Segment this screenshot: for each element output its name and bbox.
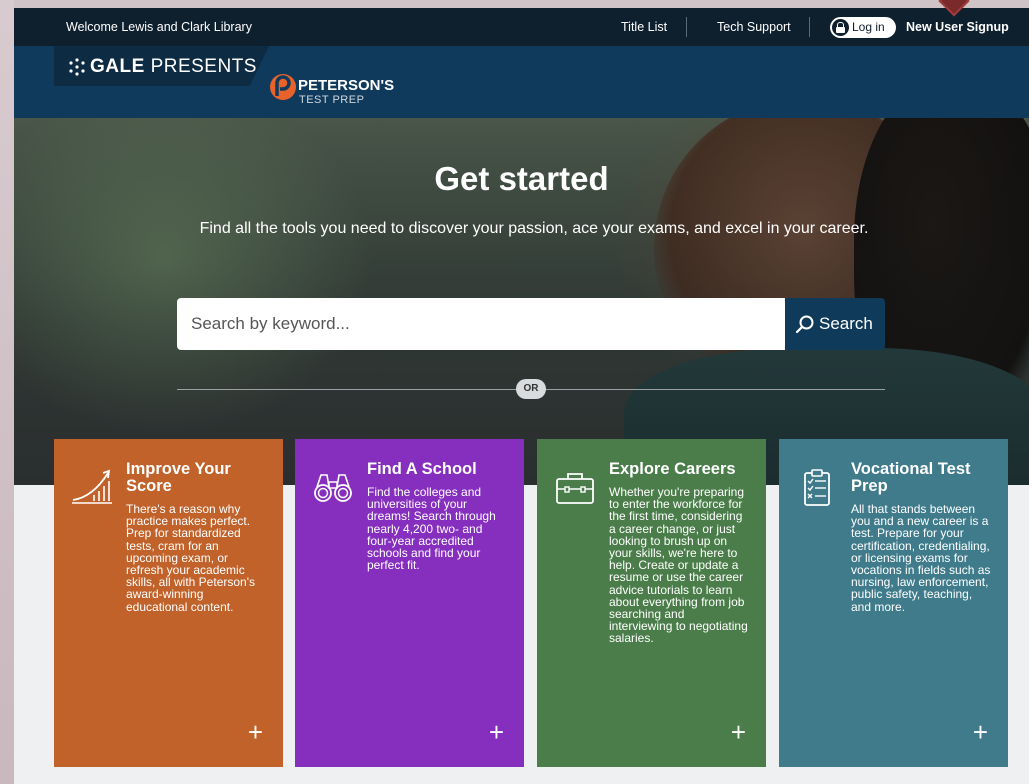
or-badge: OR bbox=[516, 379, 546, 399]
binoculars-icon bbox=[314, 474, 352, 502]
gale-wordmark: GALE bbox=[90, 56, 145, 77]
gale-logo[interactable]: GALE PRESENTS bbox=[54, 46, 269, 86]
search-button[interactable]: Search bbox=[785, 298, 885, 350]
divider bbox=[809, 17, 810, 37]
hero-subtitle: Find all the tools you need to discover … bbox=[199, 220, 869, 237]
card-description: Find the colleges and universities of yo… bbox=[367, 485, 496, 573]
card-explore-careers[interactable]: Explore Careers Whether you're preparing… bbox=[537, 439, 766, 767]
window-frame bbox=[0, 0, 14, 784]
card-find-a-school[interactable]: Find A School Find the colleges and univ… bbox=[295, 439, 524, 767]
search-icon bbox=[795, 315, 814, 334]
expand-plus-icon[interactable]: + bbox=[248, 719, 263, 745]
hero-section: Get started Find all the tools you need … bbox=[14, 118, 1029, 485]
login-label: Log in bbox=[852, 20, 885, 34]
card-description: All that stands between you and a new ca… bbox=[851, 502, 991, 614]
expand-plus-icon[interactable]: + bbox=[731, 719, 746, 745]
card-improve-your-score[interactable]: Improve Your Score There's a reason why … bbox=[54, 439, 283, 767]
card-description: There's a reason why practice makes perf… bbox=[126, 502, 255, 614]
divider bbox=[686, 17, 687, 37]
hero-title: Get started bbox=[434, 160, 609, 197]
expand-plus-icon[interactable]: + bbox=[489, 719, 504, 745]
welcome-text: Welcome Lewis and Clark Library bbox=[66, 20, 252, 34]
search-button-label: Search bbox=[819, 314, 873, 333]
new-user-signup-link[interactable]: New User Signup bbox=[906, 20, 1009, 34]
card-description: Whether you're preparing to enter the wo… bbox=[609, 485, 748, 646]
top-utility-bar: Welcome Lewis and Clark Library Title Li… bbox=[14, 8, 1029, 46]
presents-text: PRESENTS bbox=[150, 56, 257, 77]
card-title: Vocational Test Prep bbox=[851, 460, 971, 495]
briefcase-icon bbox=[556, 473, 594, 504]
clipboard-checklist-icon bbox=[804, 469, 830, 506]
expand-plus-icon[interactable]: + bbox=[973, 719, 988, 745]
gale-dots-icon bbox=[69, 58, 85, 76]
chart-growth-icon bbox=[72, 469, 112, 504]
tech-support-link[interactable]: Tech Support bbox=[717, 20, 791, 34]
login-button[interactable]: Log in bbox=[830, 17, 896, 38]
page: Welcome Lewis and Clark Library Title Li… bbox=[14, 8, 1029, 784]
search-input[interactable] bbox=[177, 298, 785, 350]
card-title: Improve Your Score bbox=[126, 460, 231, 495]
title-list-link[interactable]: Title List bbox=[621, 20, 667, 34]
card-title: Find A School bbox=[367, 460, 477, 478]
card-title: Explore Careers bbox=[609, 460, 736, 478]
card-vocational-test-prep[interactable]: Vocational Test Prep All that stands bet… bbox=[779, 439, 1008, 767]
lock-icon bbox=[832, 19, 849, 36]
brand-bar: GALE PRESENTS PETERSON'S TEST PREP bbox=[14, 46, 1029, 118]
peterson-wordmark: PETERSON'S bbox=[298, 77, 395, 94]
test-prep-text: TEST PREP bbox=[299, 94, 365, 106]
peterson-logo-icon[interactable] bbox=[268, 72, 298, 102]
